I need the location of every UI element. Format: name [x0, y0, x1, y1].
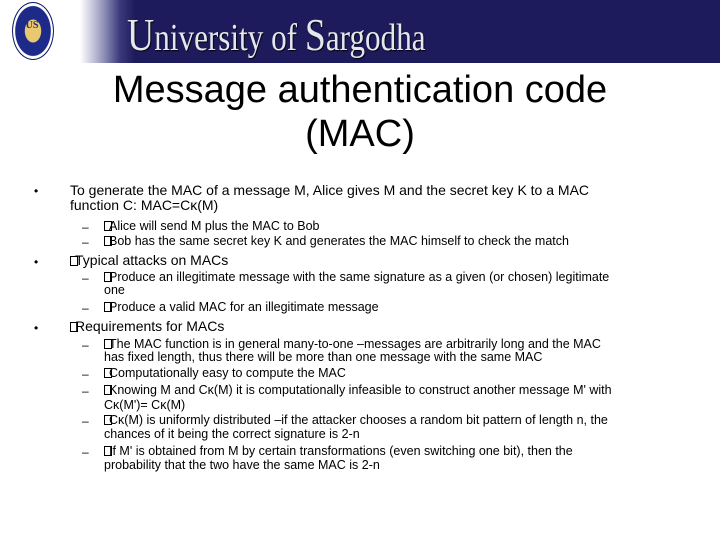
subitem-3-3-line2: Cĸ(M')= Cĸ(M) — [104, 398, 186, 412]
subitem-3-5-line2: probability that the two have the same M… — [104, 458, 380, 472]
dash-icon: – — [82, 301, 89, 315]
dash-icon: – — [82, 384, 89, 398]
header-banner: US University of Sargodha — [0, 0, 720, 63]
slide-title-line2: (MAC) — [305, 113, 415, 155]
subitem-3-2: Computationally easy to compute the MAC — [104, 367, 346, 380]
subitem-3-5-line1: If M' is obtained from M by certain tran… — [104, 445, 573, 458]
subitem-3-1-line2: has fixed length, thus there will be mor… — [104, 350, 543, 364]
bullet-1-line1: To generate the MAC of a message M, Alic… — [70, 182, 590, 198]
slide-title-line1: Message authentication code — [112, 69, 608, 111]
dash-icon: – — [82, 220, 89, 234]
subitem-3-4-line1: Cĸ(M) is uniformly distributed –if the a… — [104, 414, 608, 427]
dash-icon: – — [82, 338, 89, 352]
subitem-2-1-line1: Produce an illegitimate message with the… — [104, 271, 609, 284]
subitem-3-4-line2: chances of it being the correct signatur… — [104, 427, 360, 441]
dash-icon: – — [82, 414, 89, 428]
bullet-icon: • — [34, 255, 39, 269]
bullet-3-line1: Requirements for MACs — [70, 319, 224, 334]
subitem-1-2: Bob has the same secret key K and genera… — [104, 235, 569, 248]
subitem-2-1-line2: one — [104, 283, 125, 297]
subitem-3-3-line1: Knowing M and Cĸ(M) it is computationall… — [104, 384, 612, 397]
dash-icon: – — [82, 235, 89, 249]
subitem-1-1: Alice will send M plus the MAC to Bob — [104, 220, 320, 233]
dash-icon: – — [82, 367, 89, 381]
bullet-2-line1: Typical attacks on MACs — [70, 253, 228, 268]
dash-icon: – — [82, 271, 89, 285]
bullet-icon: • — [34, 321, 39, 335]
bullet-icon: • — [34, 184, 39, 198]
logo-text: US — [25, 20, 39, 31]
dash-icon: – — [82, 445, 89, 459]
university-logo — [12, 2, 54, 60]
subitem-2-2: Produce a valid MAC for an illegitimate … — [104, 301, 379, 314]
bullet-1-line2: function C: MAC=Cĸ(M) — [70, 197, 219, 213]
university-name: University of Sargodha — [127, 9, 426, 60]
